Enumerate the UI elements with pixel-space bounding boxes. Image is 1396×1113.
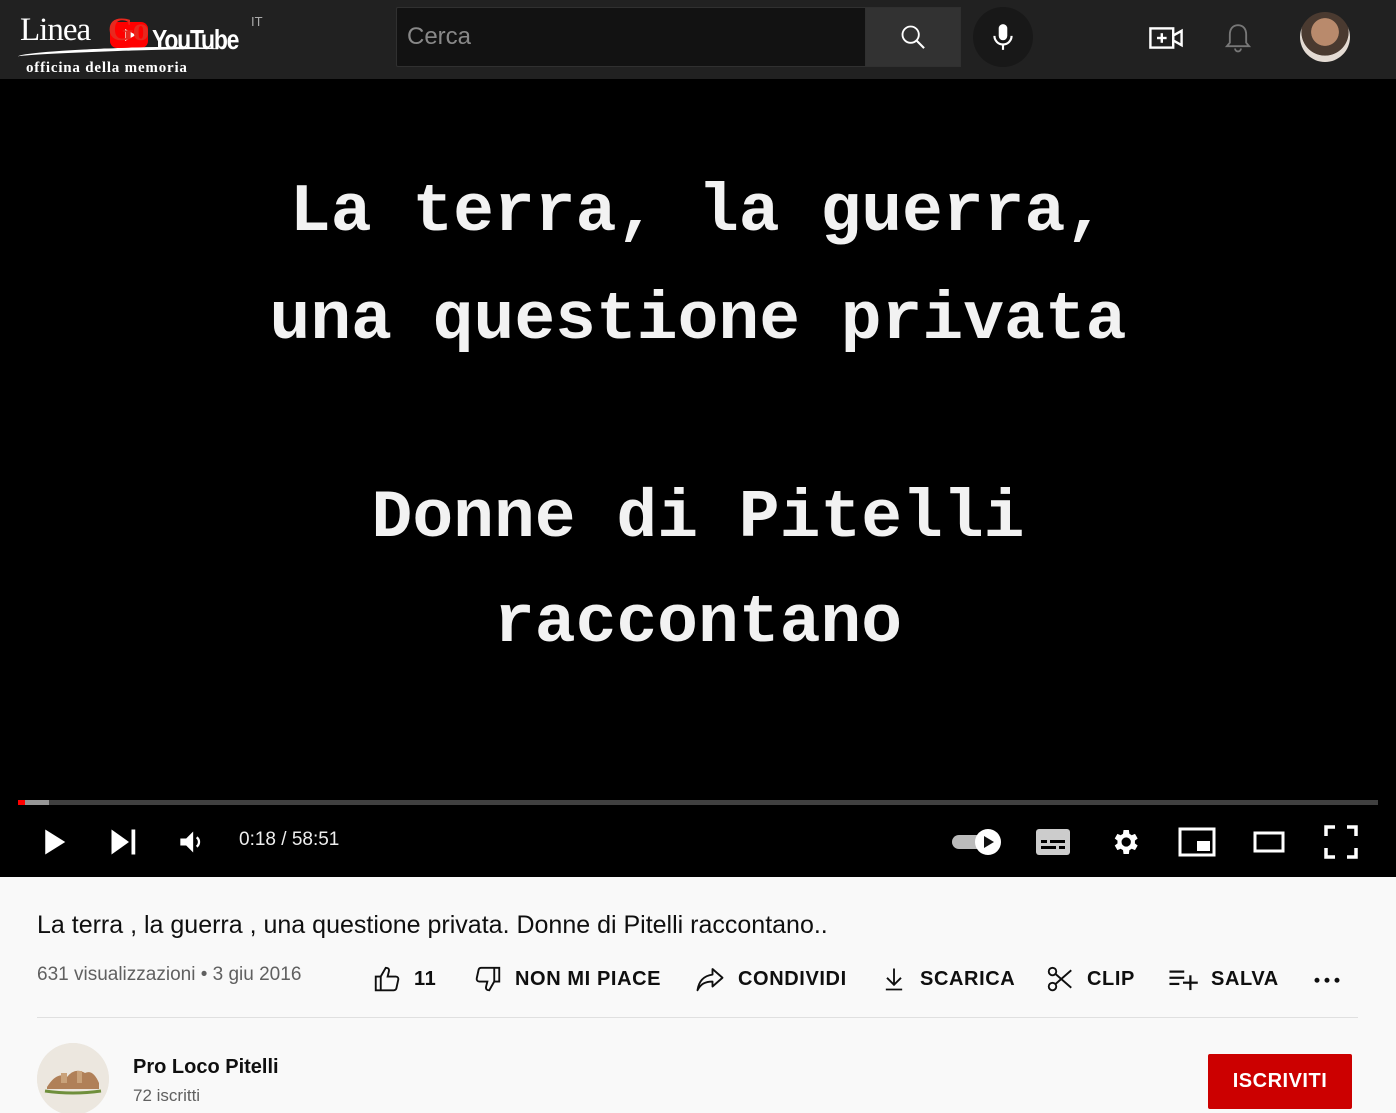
search-box — [396, 7, 866, 67]
subtitles-icon — [1036, 829, 1070, 855]
search-icon — [901, 25, 925, 49]
search-input[interactable] — [397, 8, 865, 66]
notifications-button[interactable] — [1216, 16, 1260, 60]
video-caption-line-2: una questione privata — [269, 282, 1127, 359]
scissors-icon — [1047, 966, 1072, 992]
subtitles-button[interactable] — [1028, 818, 1078, 866]
download-button[interactable]: SCARICA — [880, 958, 1015, 1000]
thumbs-up-icon — [374, 966, 400, 992]
channel-name[interactable]: Pro Loco Pitelli — [133, 1056, 279, 1079]
settings-button[interactable] — [1100, 818, 1150, 866]
fullscreen-icon — [1324, 825, 1358, 859]
create-video-icon — [1149, 27, 1183, 49]
video-meta: 631 visualizzazioni • 3 giu 2016 — [37, 964, 301, 986]
share-button[interactable]: CONDIVIDI — [694, 958, 847, 1000]
top-bar: Linea Go YouTube officina della memoria … — [0, 0, 1396, 79]
more-horizontal-icon — [1314, 977, 1340, 983]
create-button[interactable] — [1144, 16, 1188, 60]
share-icon — [696, 968, 724, 992]
fullscreen-button[interactable] — [1316, 818, 1366, 866]
notifications-bell-icon — [1224, 24, 1252, 53]
channel-avatar[interactable] — [37, 1043, 109, 1113]
video-caption-line-4: raccontano — [493, 585, 903, 662]
autoplay-toggle-icon — [952, 829, 1001, 855]
meta-separator: • — [200, 964, 208, 985]
like-count: 11 — [414, 967, 437, 990]
miniplayer-icon — [1178, 827, 1216, 857]
share-label: CONDIVIDI — [738, 967, 847, 990]
view-count: 631 visualizzazioni — [37, 964, 196, 985]
search-button[interactable] — [865, 7, 961, 67]
video-caption-line-3: Donne di Pitelli — [371, 480, 1025, 557]
logo-text-linea: Linea — [20, 12, 91, 48]
save-button[interactable]: SALVA — [1167, 958, 1279, 1000]
logo-text-go: Go — [108, 12, 149, 48]
clip-label: CLIP — [1087, 967, 1135, 990]
play-icon — [45, 829, 66, 855]
divider — [37, 1017, 1358, 1018]
theater-mode-icon — [1253, 831, 1285, 853]
voice-search-button[interactable] — [973, 7, 1033, 67]
time-display: 0:18 / 58:51 — [239, 829, 340, 850]
next-icon — [111, 829, 136, 855]
video-player[interactable]: La terra, la guerra, una questione priva… — [0, 79, 1396, 877]
next-button[interactable] — [100, 818, 148, 866]
autoplay-toggle[interactable] — [948, 818, 1006, 866]
video-title: La terra , la guerra , una questione pri… — [37, 911, 828, 939]
subscriber-count: 72 iscritti — [133, 1086, 201, 1105]
like-button[interactable]: 11 — [372, 958, 436, 1000]
dislike-label: NON MI PIACE — [515, 967, 662, 990]
country-code: IT — [251, 14, 263, 29]
thumbs-down-icon — [475, 966, 501, 992]
miniplayer-button[interactable] — [1172, 818, 1222, 866]
channel-logo-overlay[interactable]: Linea Go YouTube officina della memoria — [17, 10, 268, 76]
download-icon — [885, 968, 903, 991]
user-avatar[interactable] — [1300, 12, 1350, 62]
mic-icon — [993, 24, 1013, 50]
video-caption-line-1: La terra, la guerra, — [289, 174, 1107, 251]
download-label: SCARICA — [920, 967, 1016, 990]
progress-bar[interactable] — [18, 800, 1378, 805]
playlist-add-icon — [1169, 970, 1198, 991]
play-button[interactable] — [30, 818, 78, 866]
subscribe-button[interactable]: ISCRIVITI — [1208, 1054, 1352, 1109]
progress-played — [18, 800, 25, 805]
save-label: SALVA — [1211, 967, 1279, 990]
more-actions-button[interactable] — [1312, 958, 1354, 1000]
channel-logo-icon — [37, 1043, 109, 1113]
upload-date: 3 giu 2016 — [212, 964, 302, 985]
logo-subtitle: officina della memoria — [26, 60, 188, 76]
mute-button[interactable] — [168, 818, 216, 866]
clip-button[interactable]: CLIP — [1045, 958, 1135, 1000]
volume-icon — [180, 831, 201, 853]
dislike-button[interactable]: NON MI PIACE — [473, 958, 661, 1000]
gear-icon — [1114, 830, 1138, 854]
theater-mode-button[interactable] — [1244, 818, 1294, 866]
